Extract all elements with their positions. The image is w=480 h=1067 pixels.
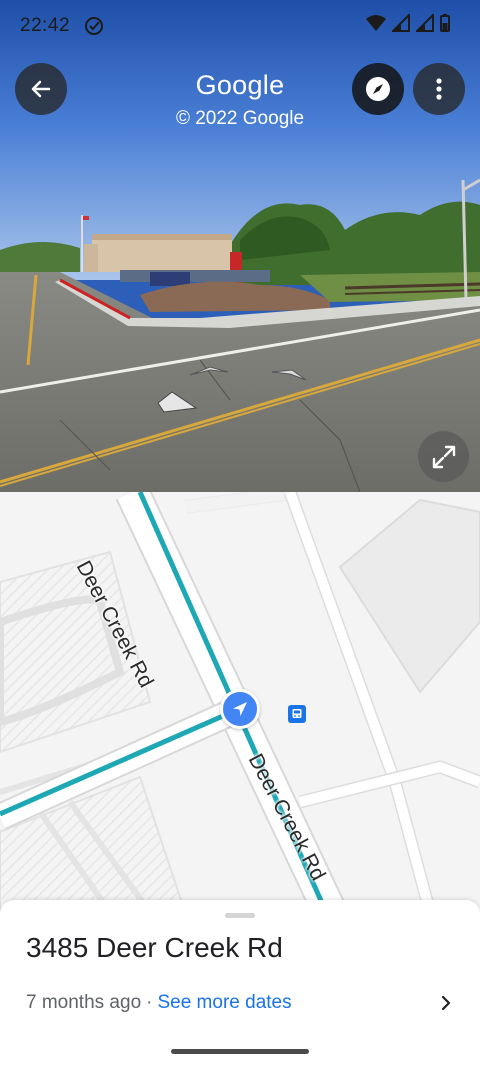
- expand-button[interactable]: [418, 431, 469, 482]
- status-bar: 22:42: [0, 0, 480, 52]
- check-circle-icon: [85, 17, 104, 35]
- date-row[interactable]: 7 months ago · See more dates: [26, 992, 456, 1014]
- chevron-right-icon[interactable]: [436, 992, 456, 1014]
- drag-handle[interactable]: [225, 913, 255, 918]
- separator: ·: [146, 992, 153, 1013]
- more-options-button[interactable]: [413, 63, 465, 115]
- current-location-marker[interactable]: [220, 689, 260, 729]
- bus-stop-icon[interactable]: [288, 705, 306, 723]
- more-vertical-icon: [436, 78, 442, 100]
- compass-icon: [366, 77, 390, 101]
- expand-icon: [432, 445, 455, 468]
- capture-date: 7 months ago: [26, 992, 142, 1013]
- bus-icon: [292, 709, 302, 718]
- wifi-icon: [366, 15, 386, 31]
- address-title: 3485 Deer Creek Rd: [26, 932, 283, 963]
- see-more-dates-link[interactable]: See more dates: [157, 992, 291, 1014]
- status-icons: [366, 14, 450, 32]
- battery-icon: [440, 14, 450, 32]
- gesture-navigation-bar[interactable]: [171, 1049, 309, 1054]
- street-view-panorama[interactable]: 22:42 Google © 2022 Google: [0, 0, 480, 492]
- signal-icon-2: [416, 14, 434, 32]
- status-time: 22:42: [20, 15, 71, 36]
- map-view[interactable]: Deer Creek Rd Deer Creek Rd: [0, 492, 480, 912]
- compass-button[interactable]: [352, 63, 404, 115]
- bottom-sheet[interactable]: 3485 Deer Creek Rd 7 months ago · See mo…: [0, 900, 480, 1067]
- signal-icon: [392, 14, 410, 32]
- navigation-arrow-icon: [233, 702, 247, 716]
- street-view-copyright: © 2022 Google: [175, 108, 305, 129]
- street-view-title: Google: [195, 70, 285, 100]
